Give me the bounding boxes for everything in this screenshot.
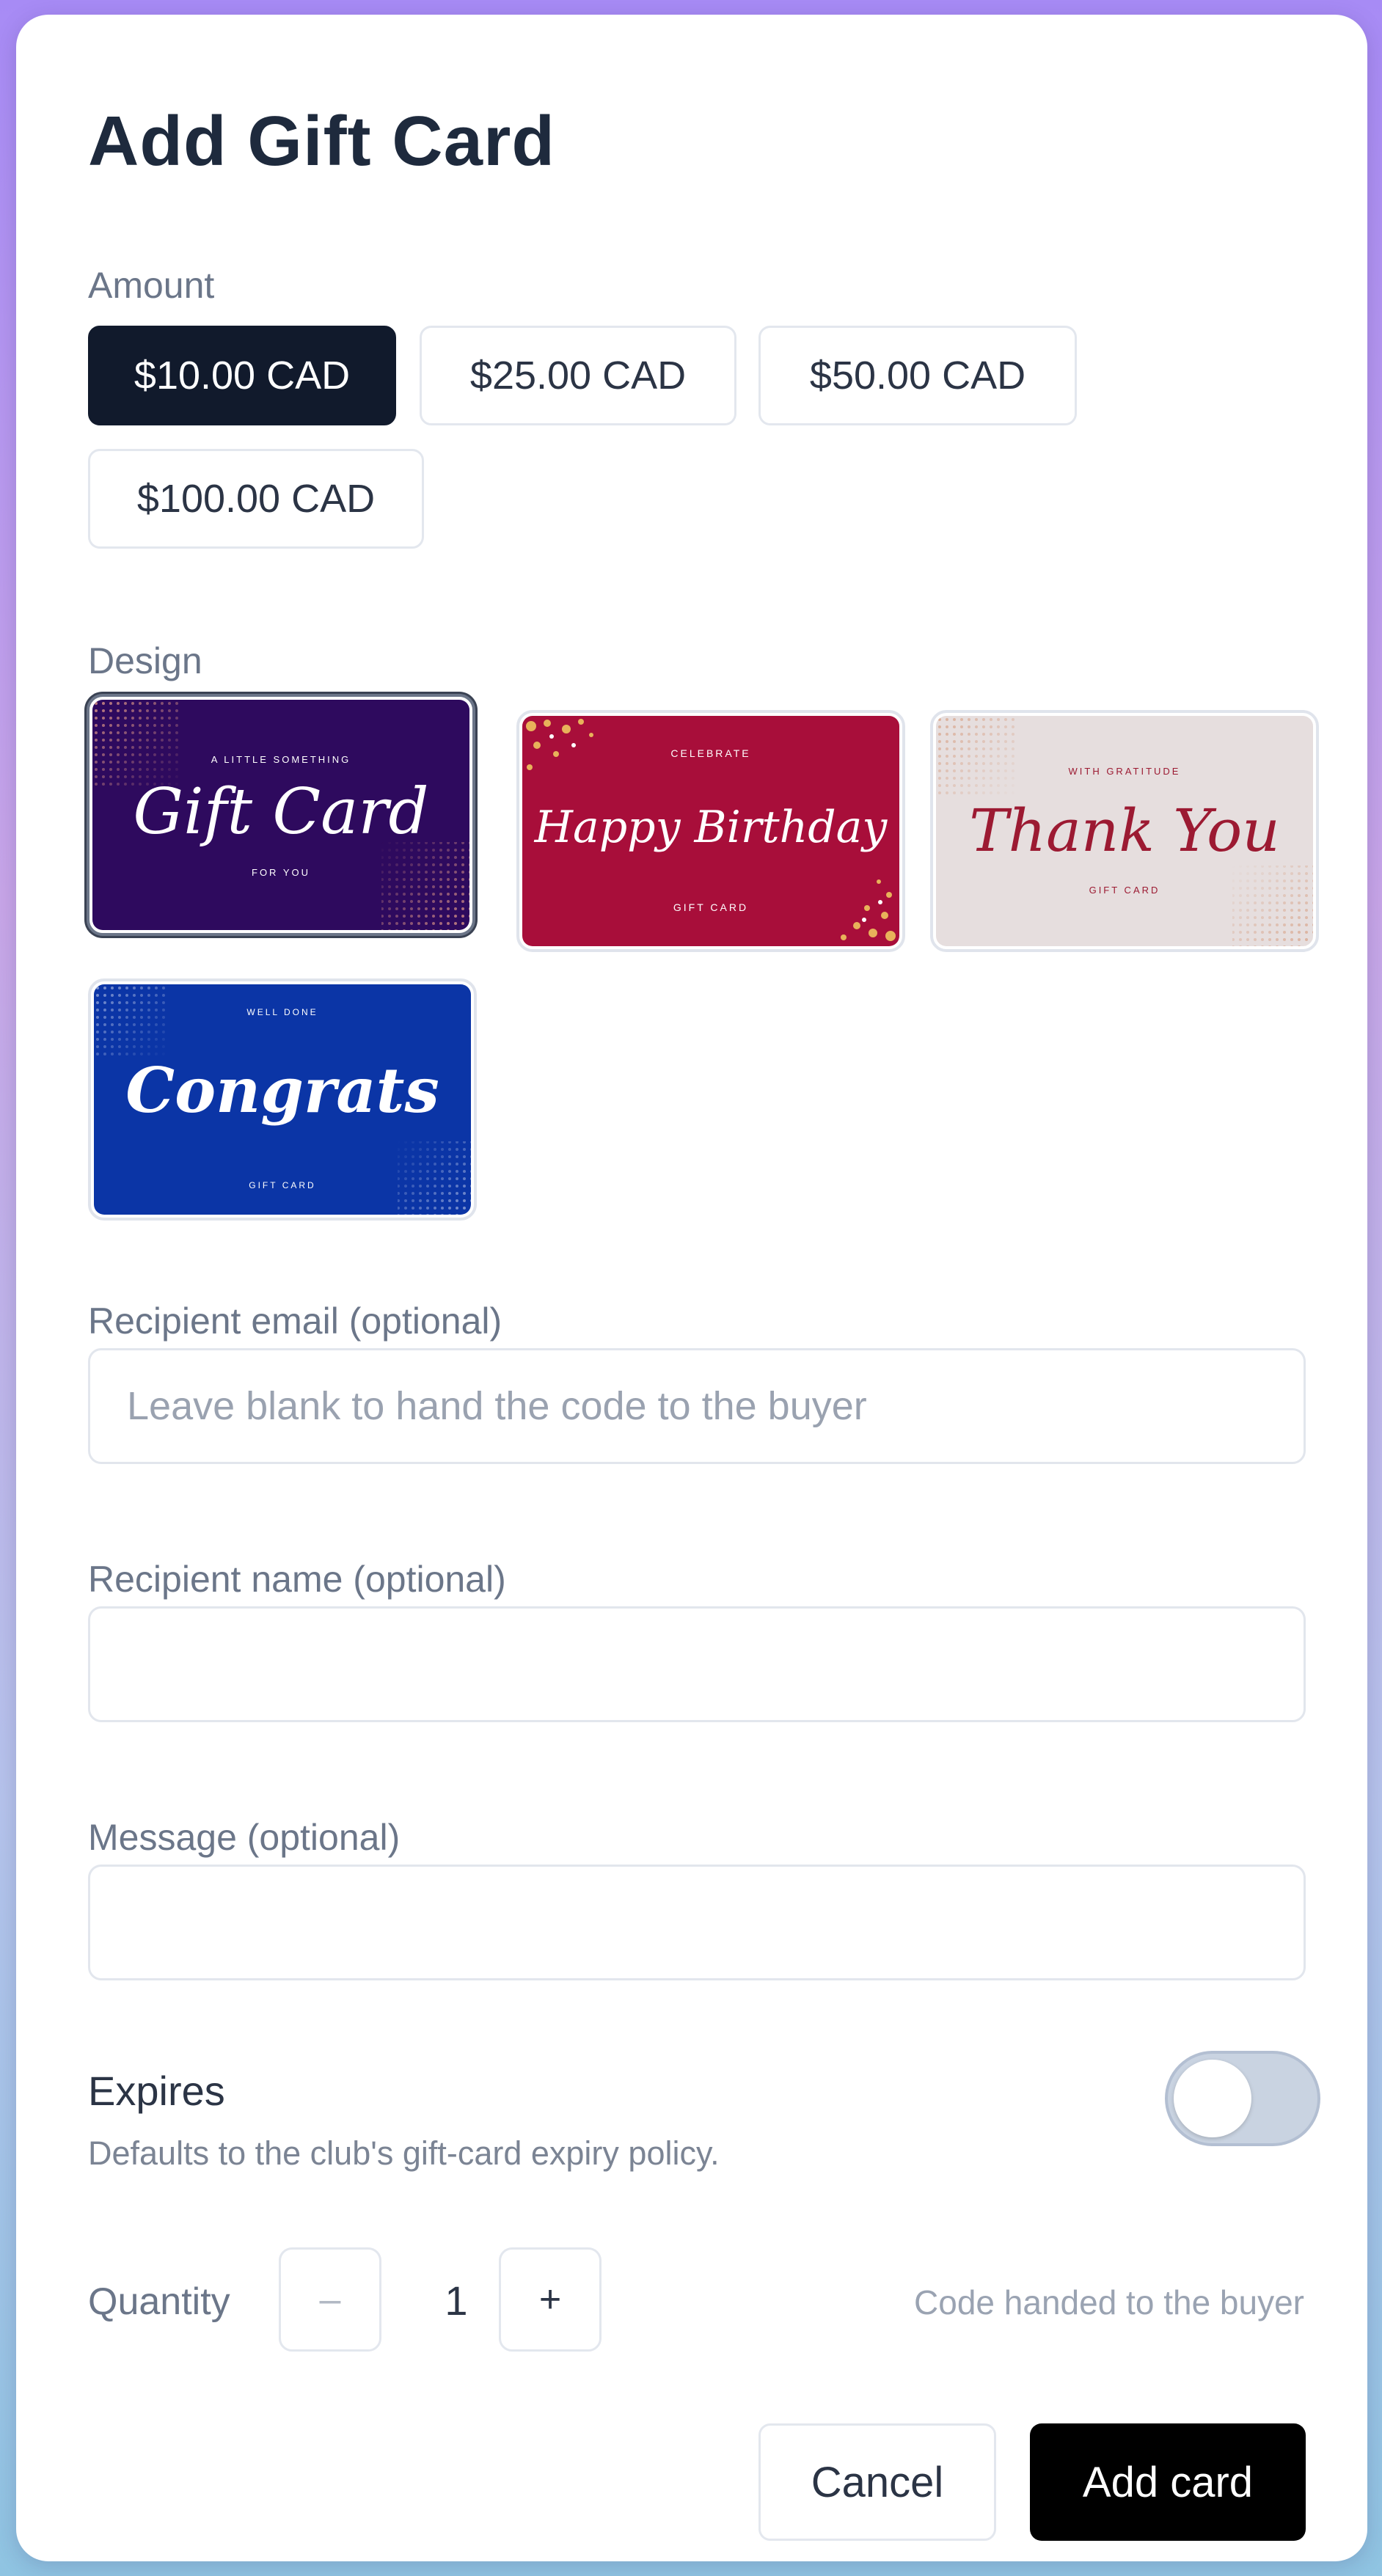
card-top-text: A LITTLE SOMETHING (211, 754, 351, 765)
thank-you-card-artwork: WITH GRATITUDE Thank You GIFT CARD (936, 716, 1313, 946)
expires-label: Expires (88, 2068, 225, 2114)
recipient-email-label: Recipient email (optional) (88, 1300, 502, 1342)
quantity-label: Quantity (88, 2280, 230, 2323)
card-bottom-text: GIFT CARD (249, 1180, 315, 1190)
card-top-text: WITH GRATITUDE (1069, 766, 1181, 777)
amount-option-25[interactable]: $25.00 CAD (420, 326, 736, 425)
amount-option-label: $25.00 CAD (469, 354, 687, 398)
amount-label: Amount (88, 265, 215, 306)
card-script-text: Gift Card (133, 775, 428, 849)
amount-option-10[interactable]: $10.00 CAD (88, 326, 396, 425)
dialog-title: Add Gift Card (88, 102, 555, 180)
message-field[interactable] (88, 1865, 1306, 1980)
toggle-knob (1174, 2060, 1251, 2137)
card-script-text: Congrats (125, 1054, 439, 1127)
cancel-button-label: Cancel (811, 2458, 944, 2506)
add-gift-card-dialog: Add Gift Card Amount $10.00 CAD $25.00 C… (16, 15, 1367, 2561)
amount-option-label: $10.00 CAD (134, 354, 351, 398)
design-congrats[interactable]: WELL DONE Congrats GIFT CARD (88, 978, 477, 1221)
expires-toggle[interactable] (1165, 2051, 1320, 2146)
recipient-email-field[interactable] (88, 1348, 1306, 1464)
add-card-button[interactable]: Add card (1030, 2423, 1306, 2541)
add-card-button-label: Add card (1082, 2458, 1254, 2506)
design-happy-birthday[interactable]: CELEBRATE Happy Birthday GIFT CARD (516, 710, 905, 952)
quantity-value: 1 (445, 2277, 468, 2324)
recipient-name-field[interactable] (88, 1606, 1306, 1722)
recipient-name-label: Recipient name (optional) (88, 1559, 506, 1600)
design-gift-card[interactable]: A LITTLE SOMETHING Gift Card FOR YOU (87, 694, 475, 936)
card-top-text: CELEBRATE (670, 747, 750, 759)
amount-option-100[interactable]: $100.00 CAD (88, 449, 424, 549)
congrats-card-artwork: WELL DONE Congrats GIFT CARD (94, 984, 471, 1215)
card-bottom-text: FOR YOU (252, 867, 310, 878)
message-label: Message (optional) (88, 1817, 401, 1858)
design-label: Design (88, 640, 202, 681)
amount-option-label: $100.00 CAD (136, 477, 376, 521)
minus-icon: – (319, 2278, 341, 2321)
plus-icon: + (538, 2278, 562, 2321)
amount-option-50[interactable]: $50.00 CAD (758, 326, 1077, 425)
quantity-increment-button[interactable]: + (499, 2247, 602, 2352)
card-script-text: Happy Birthday (534, 802, 888, 853)
cancel-button[interactable]: Cancel (758, 2423, 996, 2541)
birthday-card-artwork: CELEBRATE Happy Birthday GIFT CARD (522, 716, 899, 946)
card-top-text: WELL DONE (246, 1007, 318, 1017)
expires-hint: Defaults to the club's gift-card expiry … (88, 2134, 720, 2172)
gift-card-artwork: A LITTLE SOMETHING Gift Card FOR YOU (92, 700, 469, 930)
card-script-text: Thank You (969, 797, 1280, 865)
design-thank-you[interactable]: WITH GRATITUDE Thank You GIFT CARD (930, 710, 1319, 952)
quantity-decrement-button[interactable]: – (279, 2247, 381, 2352)
quantity-note: Code handed to the buyer (914, 2283, 1304, 2321)
card-bottom-text: GIFT CARD (1089, 885, 1160, 896)
card-bottom-text: GIFT CARD (673, 901, 748, 913)
amount-option-label: $50.00 CAD (809, 354, 1026, 398)
